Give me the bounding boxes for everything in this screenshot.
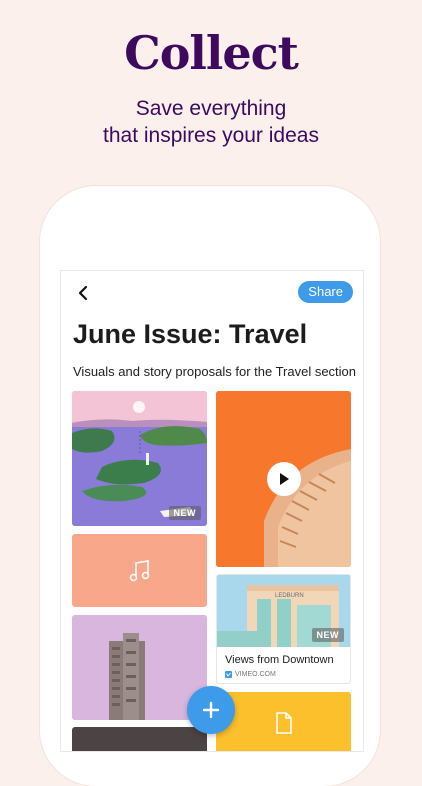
link-source: VIMEO.COM <box>225 671 276 678</box>
link-source-label: VIMEO.COM <box>235 671 276 678</box>
new-badge: NEW <box>311 628 344 642</box>
board-title: June Issue: Travel <box>73 319 308 349</box>
landscape-image-card[interactable]: NEW <box>72 391 207 526</box>
hero-subtitle: Save everything that inspires your ideas <box>0 95 422 149</box>
share-button[interactable]: Share <box>298 281 353 303</box>
back-button[interactable] <box>71 281 95 305</box>
board-description: Visuals and story proposals for the Trav… <box>73 364 357 379</box>
video-card[interactable] <box>216 391 351 567</box>
plus-icon <box>202 701 220 719</box>
hero-title: Collect <box>124 26 299 80</box>
music-note-icon <box>129 559 149 581</box>
hero-subtitle-line-1: Save everything <box>135 97 287 120</box>
audio-card[interactable] <box>72 534 207 607</box>
document-icon <box>275 712 292 734</box>
file-card[interactable] <box>216 692 351 751</box>
link-card[interactable]: LEDBURN NEW Views from Downtown VIMEO.CO… <box>216 574 351 684</box>
add-button[interactable] <box>187 686 235 734</box>
play-icon <box>279 473 289 485</box>
dark-card[interactable] <box>72 727 207 751</box>
vimeo-icon <box>225 671 232 678</box>
play-button[interactable] <box>266 462 301 496</box>
hero-subtitle-line-2: that inspires your ideas <box>103 124 319 147</box>
new-badge: NEW <box>168 506 201 520</box>
app-screen: Share June Issue: Travel Visuals and sto… <box>60 270 364 752</box>
svg-text:LEDBURN: LEDBURN <box>275 593 304 599</box>
link-title: Views from Downtown <box>225 654 334 666</box>
chevron-left-icon <box>78 285 88 301</box>
